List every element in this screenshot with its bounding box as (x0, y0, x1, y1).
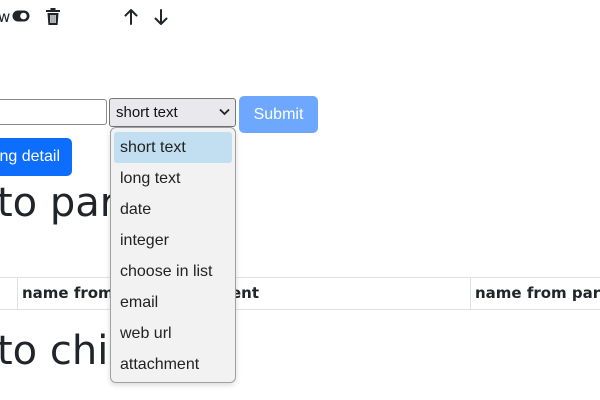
toolbar-label: w (0, 8, 11, 26)
dropdown-option-integer[interactable]: integer (114, 225, 232, 256)
add-detail-button[interactable]: ng detail (0, 138, 72, 176)
chevron-down-icon (219, 108, 230, 116)
trash-icon[interactable] (45, 8, 61, 26)
dropdown-option-short-text[interactable]: short text (114, 132, 232, 163)
column-header: name from (22, 284, 114, 302)
column-header: name from pare (475, 284, 600, 302)
arrow-down-icon[interactable] (153, 8, 169, 26)
dropdown-option-long-text[interactable]: long text (114, 163, 232, 194)
column-divider (17, 278, 18, 309)
field-type-select[interactable]: short text (109, 98, 236, 127)
dropdown-option-choose-in-list[interactable]: choose in list (114, 256, 232, 287)
arrow-up-icon[interactable] (123, 8, 139, 26)
dropdown-option-web-url[interactable]: web url (114, 318, 232, 349)
dropdown-option-email[interactable]: email (114, 287, 232, 318)
submit-button[interactable]: Submit (239, 96, 318, 133)
name-input[interactable] (0, 99, 107, 125)
dropdown-option-attachment[interactable]: attachment (114, 349, 232, 380)
table-header: name from ent name from pare (0, 277, 600, 310)
heading-child: to chi (0, 328, 109, 374)
field-type-select-value: short text (116, 104, 178, 121)
field-type-dropdown: short text long text date integer choose… (110, 127, 236, 383)
dropdown-option-date[interactable]: date (114, 194, 232, 225)
heading-parent: to par (0, 180, 117, 226)
toggle-icon[interactable] (12, 10, 30, 22)
column-divider (470, 278, 471, 309)
